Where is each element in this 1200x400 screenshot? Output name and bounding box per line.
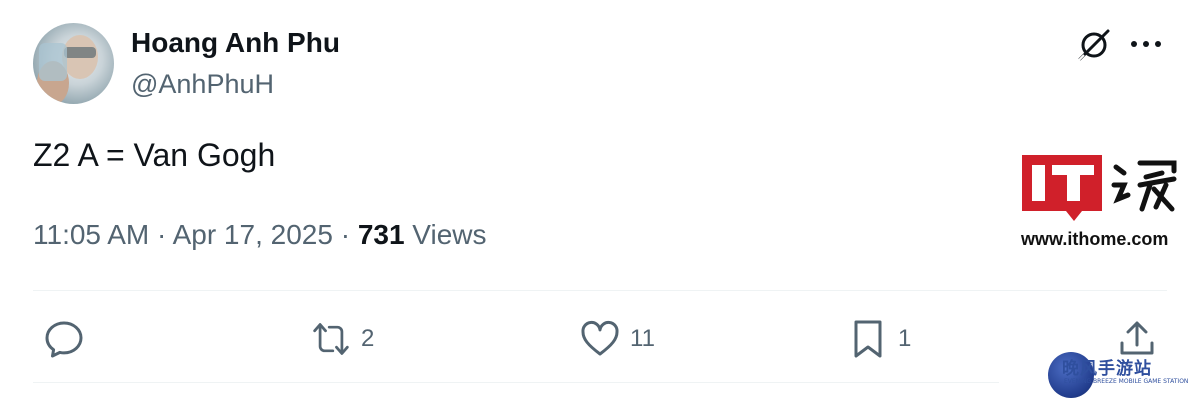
like-count: 11 bbox=[630, 325, 655, 352]
watermark-subtext: EVENING BREEZE MOBILE GAME STATION bbox=[1064, 378, 1189, 385]
tweet-date[interactable]: Apr 17, 2025 bbox=[173, 219, 333, 250]
reply-button[interactable] bbox=[44, 317, 94, 361]
retweet-icon bbox=[313, 323, 349, 355]
like-icon bbox=[581, 321, 619, 356]
tweet-meta: 11:05 AM · Apr 17, 2025 · 731 Views bbox=[33, 219, 487, 251]
reply-icon bbox=[45, 321, 83, 358]
bookmark-count: 1 bbox=[898, 325, 912, 352]
author-name[interactable]: Hoang Anh Phu bbox=[131, 27, 340, 59]
retweet-button[interactable]: 2 bbox=[311, 317, 374, 361]
like-button[interactable]: 11 bbox=[580, 317, 655, 361]
divider bbox=[33, 290, 1167, 291]
retweet-count: 2 bbox=[361, 325, 375, 352]
grok-icon[interactable] bbox=[1076, 27, 1112, 63]
watermark-url: www.ithome.com bbox=[1021, 229, 1169, 249]
watermark-text: 晚风手游站 bbox=[1062, 359, 1152, 379]
bookmark-button[interactable]: 1 bbox=[848, 317, 911, 361]
views-label: Views bbox=[404, 219, 487, 250]
author-handle[interactable]: @AnhPhuH bbox=[131, 69, 274, 100]
divider bbox=[33, 382, 999, 383]
avatar[interactable] bbox=[33, 23, 114, 104]
bottom-watermark: 晚风手游站 EVENING BREEZE MOBILE GAME STATION bbox=[1040, 350, 1200, 398]
meta-separator: · bbox=[149, 219, 173, 250]
views-count: 731 bbox=[357, 219, 405, 250]
meta-separator: · bbox=[332, 219, 358, 250]
tweet-time[interactable]: 11:05 AM bbox=[33, 219, 149, 250]
bookmark-icon bbox=[854, 320, 882, 358]
avatar-image bbox=[37, 35, 98, 104]
more-icon[interactable] bbox=[1128, 30, 1164, 58]
tweet-text: Z2 A = Van Gogh bbox=[33, 137, 276, 173]
